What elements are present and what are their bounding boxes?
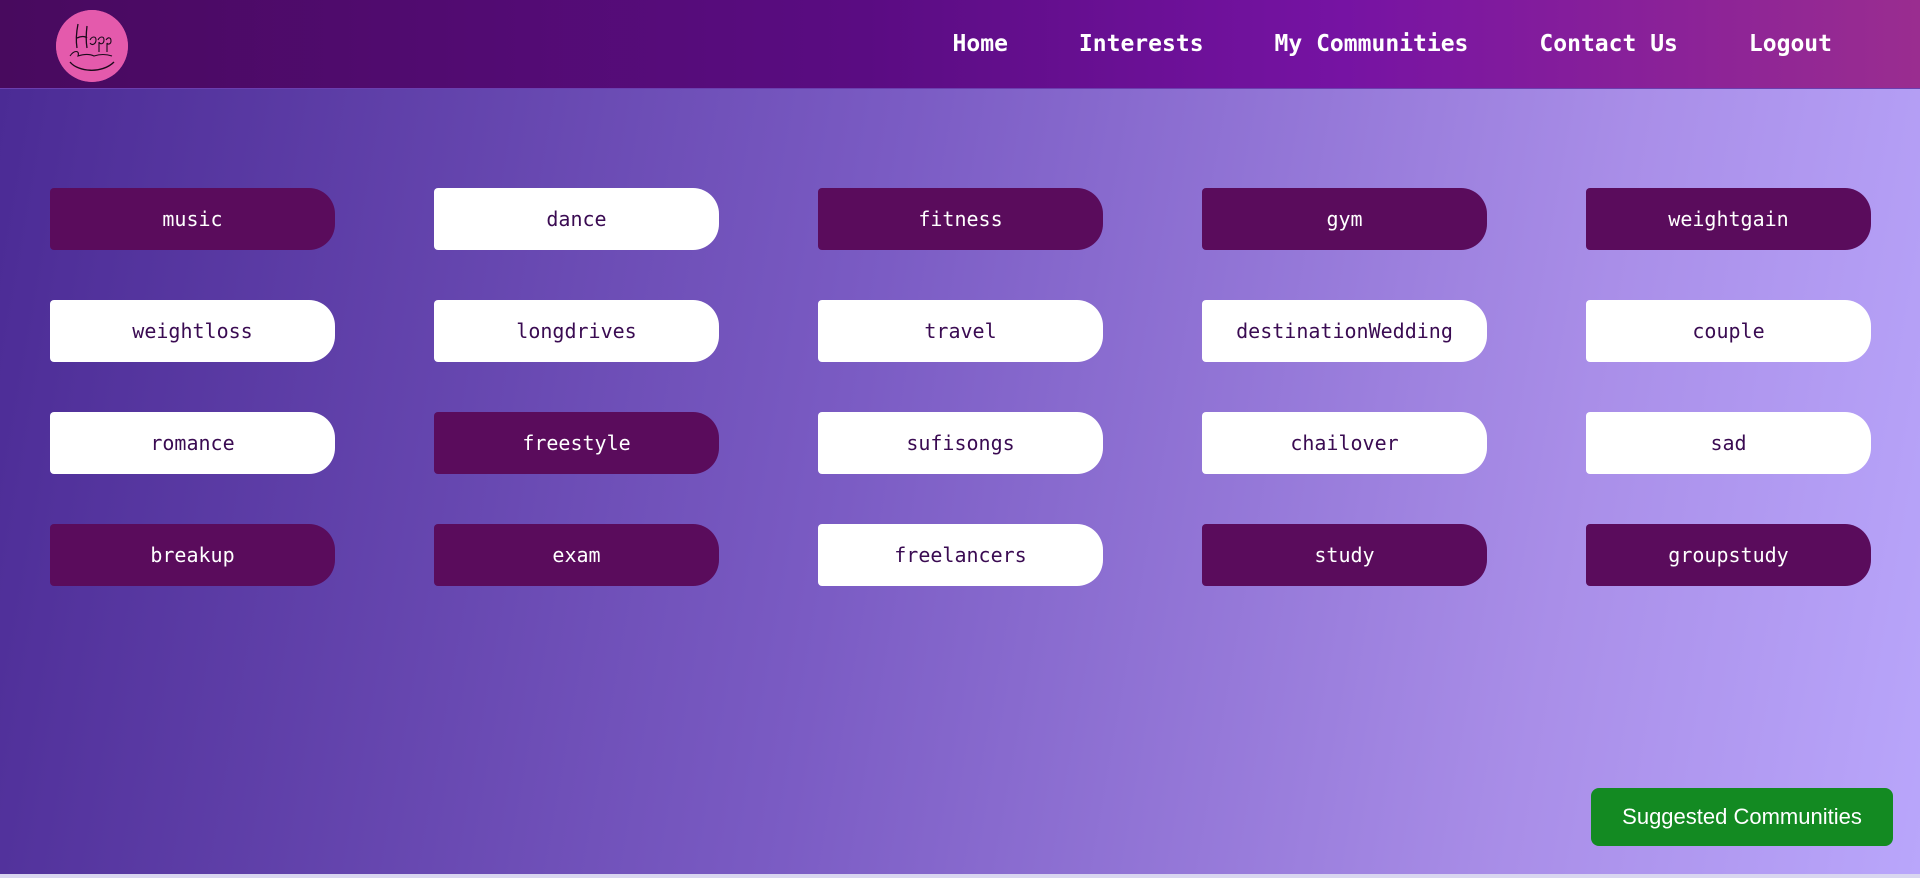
interest-tag-gym[interactable]: gym: [1202, 188, 1487, 250]
interest-tag-music[interactable]: music: [50, 188, 335, 250]
interest-tag-sad[interactable]: sad: [1586, 412, 1871, 474]
nav-links: Home Interests My Communities Contact Us…: [882, 0, 1832, 88]
interest-tag-destinationwedding[interactable]: destinationWedding: [1202, 300, 1487, 362]
interest-tag-exam[interactable]: exam: [434, 524, 719, 586]
interest-tag-groupstudy[interactable]: groupstudy: [1586, 524, 1871, 586]
interest-tag-weightgain[interactable]: weightgain: [1586, 188, 1871, 250]
interest-tag-sufisongs[interactable]: sufisongs: [818, 412, 1103, 474]
nav-interests[interactable]: Interests: [1079, 31, 1204, 57]
suggested-communities-button[interactable]: Suggested Communities: [1591, 788, 1893, 846]
happy-community-logo[interactable]: [56, 10, 128, 82]
interest-tag-chailover[interactable]: chailover: [1202, 412, 1487, 474]
interest-tag-freelancers[interactable]: freelancers: [818, 524, 1103, 586]
interest-tag-weightloss[interactable]: weightloss: [50, 300, 335, 362]
interest-tag-dance[interactable]: dance: [434, 188, 719, 250]
interest-tag-freestyle[interactable]: freestyle: [434, 412, 719, 474]
interest-tag-fitness[interactable]: fitness: [818, 188, 1103, 250]
nav-contact-us[interactable]: Contact Us: [1539, 31, 1677, 57]
interest-tag-couple[interactable]: couple: [1586, 300, 1871, 362]
interest-grid: music dance fitness gym weightgain weightloss…: [50, 188, 1872, 586]
interest-tag-longdrives[interactable]: longdrives: [434, 300, 719, 362]
nav-logout[interactable]: Logout: [1749, 31, 1832, 57]
interest-tag-breakup[interactable]: breakup: [50, 524, 335, 586]
nav-home[interactable]: Home: [953, 31, 1008, 57]
interest-tag-travel[interactable]: travel: [818, 300, 1103, 362]
page-bottom-edge: [0, 874, 1920, 878]
nav-my-communities[interactable]: My Communities: [1275, 31, 1469, 57]
logo-script-icon: [56, 10, 128, 82]
top-navbar: Home Interests My Communities Contact Us…: [0, 0, 1920, 89]
interest-tag-study[interactable]: study: [1202, 524, 1487, 586]
interest-tag-romance[interactable]: romance: [50, 412, 335, 474]
